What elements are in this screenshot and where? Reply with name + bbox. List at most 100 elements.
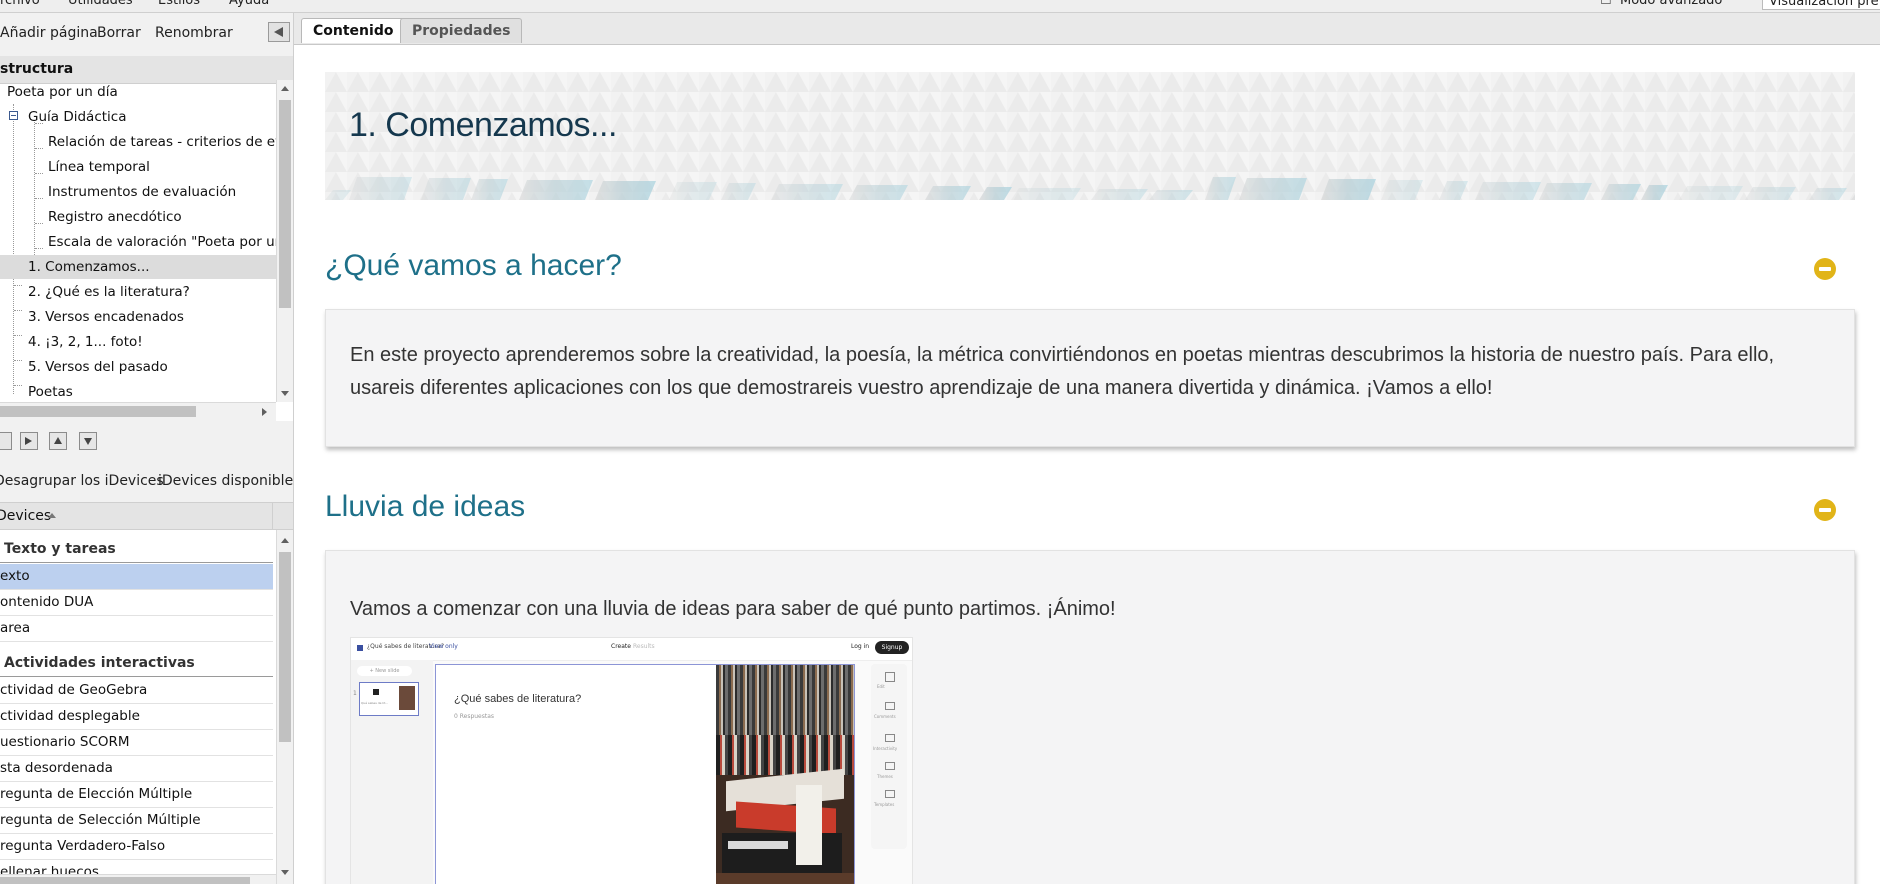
category-text-tasks[interactable]: Texto y tareas [0,536,273,563]
embedded-screenshot: ¿Qué sabes de literatura? View only Crea… [350,637,913,884]
left-panel: Añadir página Borrar Renombrar structura… [0,13,294,884]
delete-page-button[interactable]: Borrar [97,25,141,41]
embed-login: Log in [851,643,870,650]
embed-tool-label: Templates [874,802,895,807]
section-paragraph: Vamos a comenzar con una lluvia de ideas… [350,598,1116,620]
tree-node-selected[interactable]: 1. Comenzamos... [0,255,276,279]
banner-stripe [1321,179,1376,200]
list-item[interactable]: exto [0,564,273,590]
menu-utilities[interactable]: Utilidades [68,0,133,8]
tree-node[interactable]: Línea temporal [48,155,150,179]
advanced-mode-checkbox[interactable]: ☐ [1600,0,1612,8]
section-title: ¿Qué vamos a hacer? [325,249,622,282]
embed-tool-label: Edit [877,684,885,689]
page-header-banner: 1. Comenzamos... [325,72,1855,200]
category-interactive[interactable]: Actividades interactivas [0,650,273,677]
move-toolbar [0,421,293,461]
tree-node[interactable]: 2. ¿Qué es la literatura? [28,280,190,304]
tree-node[interactable]: 5. Versos del pasado [28,355,168,379]
list-item[interactable]: uestionario SCORM [0,730,273,756]
embed-slide: ¿Qué sabes de literatura? 0 Respuestas [435,664,855,884]
embed-slide-thumb: Qué sabes de lit... [359,682,419,716]
tree-node[interactable]: Instrumentos de evaluación [48,180,236,204]
embed-responses: 0 Respuestas [454,713,495,720]
tree-node[interactable]: 3. Versos encadenados [28,305,184,329]
banner-stripe [595,181,656,200]
menu-bar: rchivo Utilidades Estilos Ayuda ☐ Modo a… [0,0,1880,13]
banner-stripe [421,178,471,200]
sort-asc-icon[interactable] [48,513,56,518]
tree-node[interactable]: Poetas [28,380,73,402]
tree-vertical-scrollbar[interactable] [276,80,293,402]
list-item[interactable]: ctividad de GeoGebra [0,678,273,704]
tree-node[interactable]: Guía Didáctica [28,105,126,129]
tree-horizontal-scrollbar[interactable] [0,402,276,421]
list-item[interactable]: area [0,616,273,642]
list-item[interactable]: sta desordenada [0,756,273,782]
embed-slide-title: ¿Qué sabes de literatura? [454,693,582,705]
logo-icon [357,645,363,651]
embed-tool-label: Comments [874,714,896,719]
banner-stripe [1091,189,1148,200]
section-paragraph: En este proyecto aprenderemos sobre la c… [350,339,1830,405]
tree-node-root[interactable]: Poeta por un día [7,80,118,104]
idevices-list: Texto y tareas exto ontenido DUA area Ac… [0,530,273,884]
themes-icon [885,762,895,770]
embed-slide-panel: + New slide 1 Qué sabes de lit... [351,660,433,884]
tree-node[interactable]: 4. ¡3, 2, 1... foto! [28,330,143,354]
idevices-header[interactable]: Devices [0,502,293,530]
page-title: 1. Comenzamos... [349,106,617,144]
list-item[interactable]: regunta de Selección Múltiple [0,808,273,834]
menu-file[interactable]: rchivo [0,0,40,8]
ungroup-idevices-button[interactable]: Desagrupar los iDevices [0,473,164,489]
edit-icon [885,672,895,682]
interactivity-icon [885,734,895,742]
idevices-toolbar: Desagrupar los iDevices iDevices disponi… [0,460,293,502]
idevices-horizontal-scrollbar[interactable] [0,874,276,884]
preview-button[interactable]: Visualización previ [1762,0,1880,10]
section-box: En este proyecto aprenderemos sobre la c… [325,309,1855,447]
move-up-icon[interactable] [49,432,67,450]
templates-icon [885,790,895,798]
collapse-node-icon[interactable] [9,111,18,120]
section-box: Vamos a comenzar con una lluvia de ideas… [325,550,1855,884]
banner-stripe [1539,183,1592,200]
comments-icon [885,702,895,710]
banner-stripe [1679,186,1743,200]
banner-stripe [349,177,412,200]
embed-slide-number: 1 [353,690,357,697]
banner-stripe [1239,178,1307,200]
content-area: Contenido Propiedades 1. Comenzamos... ¿… [294,13,1880,884]
menu-help[interactable]: Ayuda [229,0,269,8]
list-item[interactable]: regunta de Elección Múltiple [0,782,273,808]
books-photo [716,665,854,884]
tree-node[interactable]: Registro anecdótico [48,205,182,229]
move-left-icon[interactable] [0,432,12,450]
embed-thumb-caption: Qué sabes de lit... [361,701,389,705]
embed-new-slide: + New slide [357,666,412,676]
list-item[interactable]: ontenido DUA [0,590,273,616]
embed-tool-label: Interactivity [873,746,898,751]
move-down-icon[interactable] [79,432,97,450]
collapse-section-icon[interactable] [1814,499,1836,521]
banner-stripe [519,180,593,200]
rename-page-button[interactable]: Renombrar [155,25,233,41]
collapse-panel-icon[interactable] [268,22,290,42]
list-item[interactable]: ctividad desplegable [0,704,273,730]
embed-signup: Signup [875,641,909,654]
tree-node[interactable]: Escala de valoración "Poeta por un día [48,230,276,254]
available-idevices-button[interactable]: iDevices disponibles [158,473,293,489]
embed-create: Create [611,643,631,650]
paragraph-line: En este proyecto aprenderemos sobre la c… [350,344,1775,366]
tab-content[interactable]: Contenido [301,18,406,43]
move-right-icon[interactable] [20,432,38,450]
tab-properties[interactable]: Propiedades [400,18,523,43]
banner-stripe [669,182,717,200]
embed-tool-label: Themes [877,774,893,779]
collapse-section-icon[interactable] [1814,258,1836,280]
menu-styles[interactable]: Estilos [158,0,200,8]
add-page-button[interactable]: Añadir página [0,25,98,41]
tree-node[interactable]: Relación de tareas - criterios de evalu [48,130,276,154]
list-item[interactable]: regunta Verdadero-Falso [0,834,273,860]
idevices-vertical-scrollbar[interactable] [276,530,293,884]
